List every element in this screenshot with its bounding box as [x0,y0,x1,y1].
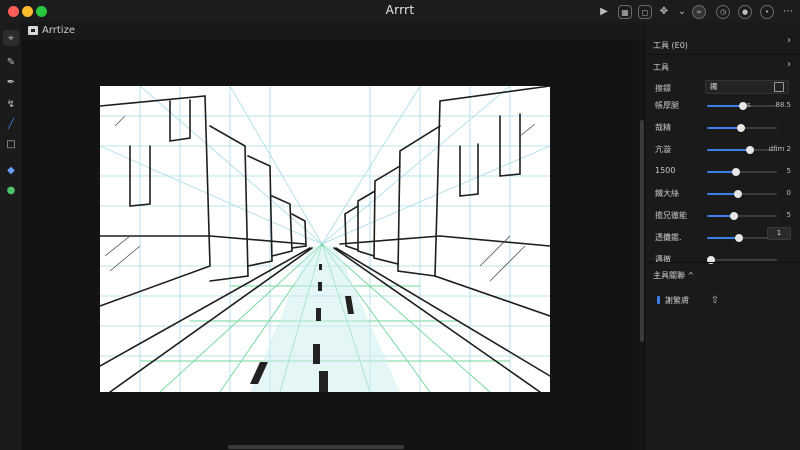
property-slider[interactable] [707,212,777,220]
horizontal-scrollbar[interactable] [228,445,404,449]
field-label: 擦鏢 [655,84,671,93]
pen-tool-icon[interactable]: ↯ [3,96,19,112]
property-value: 5 [786,167,791,175]
property-label: 亢漩 [655,145,671,154]
eyedropper-tool-icon[interactable]: ● [3,182,19,198]
brush-tool-icon[interactable]: ✒ [3,74,19,90]
more-icon[interactable]: ⋯ [780,3,796,19]
property-slider[interactable] [707,168,777,176]
layers-tool-icon[interactable]: ◆ [3,162,19,178]
app-logo-icon [28,26,38,35]
panel-title: 工具 (E0) [653,41,688,50]
property-slider[interactable] [707,190,777,198]
slider-knob[interactable] [736,124,745,132]
property-slider[interactable] [707,124,777,132]
pointer-icon[interactable]: ▶ [596,3,612,19]
property-value: 5 [786,211,791,219]
property-label: 哉精 [655,123,671,132]
line-tool-icon[interactable]: ╱ [3,116,19,132]
expand-icon[interactable]: › [781,32,797,48]
property-slider[interactable] [706,256,777,264]
property-value: dfim 2 [768,145,791,153]
user-icon[interactable]: ● [738,5,752,19]
title-bar: Arrrt ▶ ▦ ◻ ✥ ⌄ ∞ ◷ ● • ⋯ [0,0,800,23]
document-tab[interactable]: Arrtize [28,25,75,36]
property-slider[interactable] [707,102,777,110]
property-label: 鐵大絲 [655,189,679,198]
property-label: 邁撤 [655,255,671,264]
property-label: 帳厚腿 [655,101,679,110]
layer-color-marker [657,296,660,304]
link-icon[interactable]: ∞ [692,5,706,19]
tool-properties-panel: 工具 (E0) › 工具 › 擦鏢 鐲 帳厚腿 s 88.5 哉精 亢漩 dfim 2 15… [644,22,800,450]
perspective-street-sketch [100,86,550,392]
chevron-right-icon[interactable]: › [781,56,797,72]
brush-checkbox[interactable] [774,82,784,92]
pencil-tool-icon[interactable]: ✎ [3,54,19,70]
history-icon[interactable]: ◷ [716,5,730,19]
layout-icon[interactable]: ▦ [618,5,632,19]
slider-fill [707,105,744,107]
slider-fill [707,127,741,129]
stepper-input[interactable]: 1 [767,227,791,240]
slider-knob[interactable] [735,234,744,242]
layer-settings-icon[interactable]: ⇧ [707,292,723,308]
section2-title[interactable]: 主具關聯 ^ [653,270,694,281]
share-icon[interactable]: ◻ [638,5,652,19]
property-value: 88.5 [775,101,791,109]
tool-sidebar: ⌖ ✎ ✒ ↯ ╱ □ ◆ ● [0,22,23,450]
panel-subtitle: 工具 [653,63,669,72]
property-prefix: s [747,101,751,109]
slider-knob[interactable] [729,212,738,220]
property-label: 透攤鑑. [655,233,682,242]
document-tab-label: Arrtize [42,25,75,36]
crop-tool-icon[interactable]: ⌖ [3,30,19,46]
slider-fill [707,149,751,151]
slider-knob[interactable] [732,168,741,176]
brush-field[interactable]: 鐲 [705,80,789,94]
slider-knob[interactable] [746,146,755,154]
slider-knob[interactable] [733,190,742,198]
property-label: 1500 [655,166,676,175]
move-icon[interactable]: ✥ [656,3,672,19]
layer-name[interactable]: 謝繁膚 [665,295,689,306]
chevron-down-icon[interactable]: ⌄ [674,3,690,19]
property-value: 0 [786,189,791,197]
settings-icon[interactable]: • [760,5,774,19]
drawing-canvas[interactable] [100,86,550,392]
brush-field-value: 鐲 [710,82,718,91]
property-slider[interactable] [707,146,777,154]
shape-tool-icon[interactable]: □ [3,136,19,152]
property-label: 擔兄徹能 [655,211,687,220]
